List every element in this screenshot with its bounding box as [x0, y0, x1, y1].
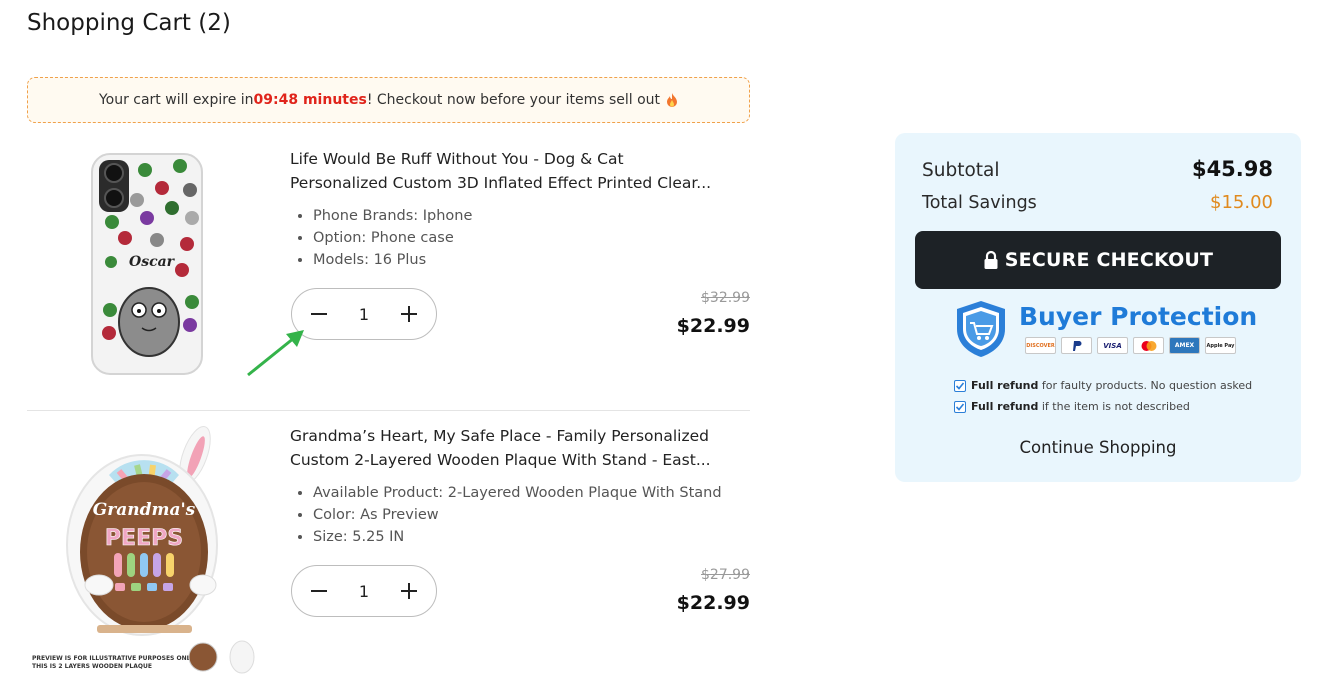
guarantee-text: for faulty products. No question asked: [1038, 379, 1253, 392]
order-summary: Subtotal $45.98 Total Savings $15.00 SEC…: [895, 133, 1301, 482]
quantity-value[interactable]: 1: [344, 582, 384, 601]
increase-quantity-button[interactable]: [398, 303, 420, 325]
product-title-line-2: Custom 2-Layered Wooden Plaque With Stan…: [290, 451, 711, 469]
checkout-label: SECURE CHECKOUT: [1004, 249, 1214, 271]
fire-icon: [667, 92, 678, 107]
paypal-icon: [1061, 337, 1092, 354]
refund-guarantee-not-described: Full refund if the item is not described: [954, 400, 1190, 413]
checkbox-checked-icon: [954, 379, 966, 392]
page-title: Shopping Cart (2): [27, 10, 231, 36]
checkbox-checked-icon: [954, 400, 966, 413]
refund-guarantee-faulty: Full refund for faulty products. No ques…: [954, 379, 1252, 392]
product-title[interactable]: Life Would Be Ruff Without You - Dog & C…: [290, 147, 750, 195]
original-price: $27.99: [701, 567, 750, 583]
savings-row: Total Savings $15.00: [922, 192, 1273, 213]
subtotal-value: $45.98: [1191, 157, 1273, 181]
cart-expiry-banner: Your cart will expire in 09:48 minutes! …: [27, 77, 750, 123]
lock-icon: [984, 250, 998, 269]
guarantee-text: if the item is not described: [1038, 400, 1190, 413]
original-price: $32.99: [701, 290, 750, 306]
cart-item: Oscar Life Would Be Ruff Without You - D…: [27, 140, 750, 408]
option-item: Option: Phone case: [313, 227, 472, 249]
amex-icon: AMEX: [1169, 337, 1200, 354]
image-text-peeps: PEEPS: [105, 526, 183, 551]
product-title-line-1: Grandma’s Heart, My Safe Place - Family …: [290, 427, 709, 445]
expiry-time: 09:48 minutes: [253, 92, 367, 108]
visa-icon: VISA: [1097, 337, 1128, 354]
product-title-line-1: Life Would Be Ruff Without You - Dog & C…: [290, 150, 624, 168]
increase-quantity-button[interactable]: [398, 580, 420, 602]
annotation-arrow-icon: [247, 330, 304, 377]
decrease-quantity-button[interactable]: [308, 580, 330, 602]
apple-pay-icon: Apple Pay: [1205, 337, 1236, 354]
image-text-grandmas: Grandma's: [93, 500, 196, 520]
continue-shopping-link[interactable]: Continue Shopping: [895, 438, 1301, 457]
guarantee-bold: Full refund: [971, 400, 1039, 413]
discover-icon: DISCOVER: [1025, 337, 1056, 354]
subtotal-label: Subtotal: [922, 160, 1000, 181]
minus-icon: [311, 590, 327, 592]
cart-item: Grandma's PEEPS PREVIEW IS FOR ILLUSTRAT…: [27, 410, 750, 680]
sale-price: $22.99: [676, 592, 750, 614]
option-item: Phone Brands: Iphone: [313, 205, 472, 227]
product-image[interactable]: Grandma's PEEPS PREVIEW IS FOR ILLUSTRAT…: [27, 425, 267, 685]
mastercard-icon: [1133, 337, 1164, 354]
quantity-value[interactable]: 1: [344, 305, 384, 324]
option-item: Color: As Preview: [313, 504, 722, 526]
image-caption-1: PREVIEW IS FOR ILLUSTRATIVE PURPOSES ONL…: [32, 655, 194, 662]
product-image[interactable]: Oscar: [27, 140, 267, 390]
expiry-prefix: Your cart will expire in: [98, 92, 254, 108]
product-options: Phone Brands: Iphone Option: Phone case …: [313, 205, 472, 271]
savings-label: Total Savings: [922, 193, 1037, 213]
plus-icon: [401, 583, 417, 599]
image-name-text: Oscar: [129, 254, 176, 270]
subtotal-row: Subtotal $45.98: [922, 157, 1273, 181]
plus-icon: [401, 306, 417, 322]
product-options: Available Product: 2-Layered Wooden Plaq…: [313, 482, 722, 548]
sale-price: $22.99: [676, 315, 750, 337]
quantity-stepper: 1: [291, 565, 437, 617]
option-item: Models: 16 Plus: [313, 249, 472, 271]
shield-cart-icon: [957, 301, 1005, 357]
decrease-quantity-button[interactable]: [308, 303, 330, 325]
option-item: Size: 5.25 IN: [313, 526, 722, 548]
savings-value: $15.00: [1210, 192, 1273, 213]
product-title-line-2: Personalized Custom 3D Inflated Effect P…: [290, 174, 712, 192]
guarantee-bold: Full refund: [971, 379, 1039, 392]
payment-methods: DISCOVER VISA AMEX Apple Pay: [1025, 337, 1236, 354]
buyer-protection-title: Buyer Protection: [1019, 302, 1258, 331]
option-item: Available Product: 2-Layered Wooden Plaq…: [313, 482, 722, 504]
secure-checkout-button[interactable]: SECURE CHECKOUT: [915, 231, 1281, 289]
minus-icon: [311, 313, 327, 315]
expiry-suffix: ! Checkout now before your items sell ou…: [366, 92, 661, 108]
product-title[interactable]: Grandma’s Heart, My Safe Place - Family …: [290, 424, 750, 472]
quantity-stepper: 1: [291, 288, 437, 340]
image-caption-2: THIS IS 2 LAYERS WOODEN PLAQUE: [32, 663, 152, 670]
